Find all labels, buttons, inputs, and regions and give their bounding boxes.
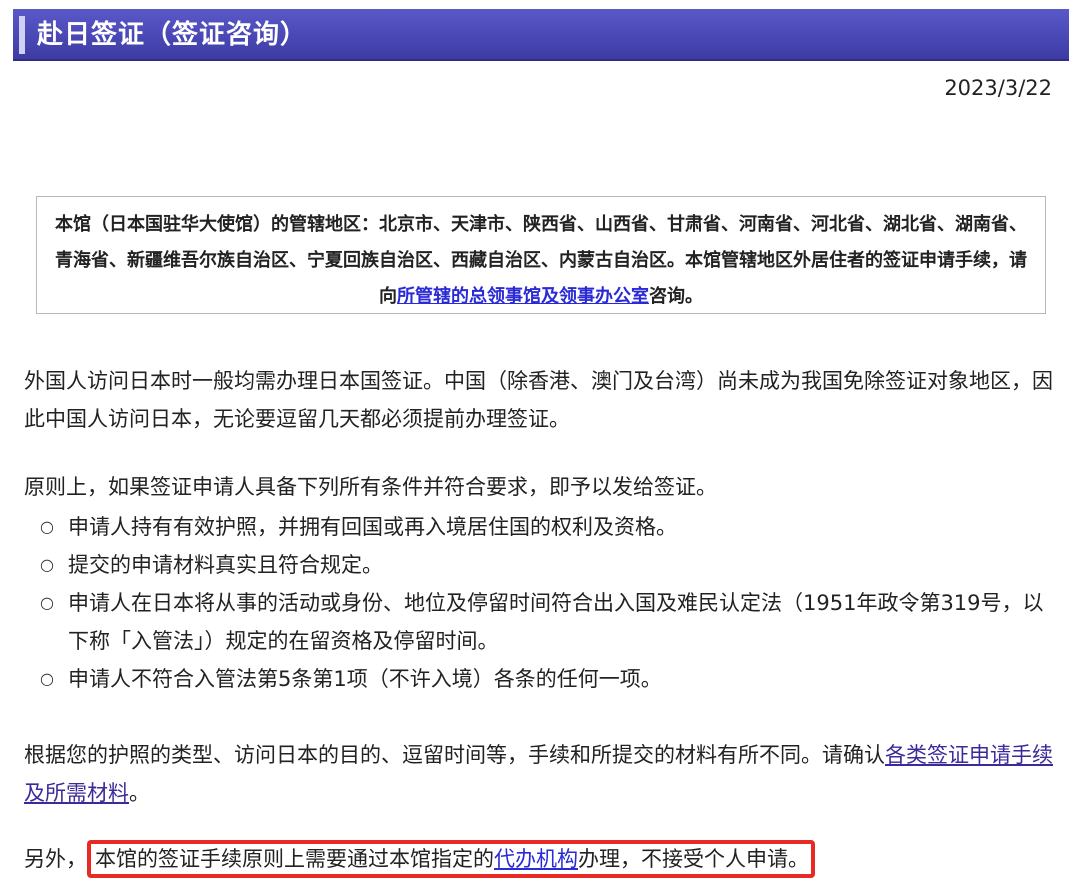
page-header-bar: 赴日签证（签证咨询）: [13, 9, 1069, 61]
bullet-circle-icon: ○: [40, 555, 54, 574]
condition-text: 提交的申请材料真实且符合规定。: [68, 553, 383, 577]
highlight-box: 本馆的签证手续原则上需要通过本馆指定的代办机构办理，不接受个人申请。: [87, 840, 815, 878]
condition-text: 申请人不符合入管法第5条第1项（不许入境）各条的任何一项。: [68, 667, 662, 691]
bullet-circle-icon: ○: [40, 593, 54, 612]
list-item: ○ 申请人在日本将从事的活动或身份、地位及停留时间符合出入国及难民认定法（1951…: [40, 584, 1060, 660]
header-accent-stripe: [19, 16, 25, 54]
jurisdiction-notice: 本馆（日本国驻华大使馆）的管辖地区：北京市、天津市、陕西省、山西省、甘肃省、河南…: [36, 196, 1046, 314]
conditions-intro: 原则上，如果签证申请人具备下列所有条件并符合要求，即予以发给签证。: [24, 475, 717, 499]
conditions-list: ○ 申请人持有有效护照，并拥有回国或再入境居住国的权利及资格。 ○ 提交的申请材料真…: [40, 508, 1060, 698]
page-title: 赴日签证（签证咨询）: [37, 20, 308, 50]
agency-text-end: 办理，不接受个人申请。: [578, 847, 809, 871]
notice-text-end: 咨询。: [649, 286, 703, 307]
consulates-link[interactable]: 所管辖的总领事馆及领事办公室: [397, 286, 649, 307]
publish-date: 2023/3/22: [944, 76, 1052, 100]
list-item: ○ 提交的申请材料真实且符合规定。: [40, 546, 1060, 584]
materials-text-end: 。: [129, 781, 150, 805]
list-item: ○ 申请人持有有效护照，并拥有回国或再入境居住国的权利及资格。: [40, 508, 1060, 546]
bullet-circle-icon: ○: [40, 517, 54, 536]
condition-text: 申请人持有有效护照，并拥有回国或再入境居住国的权利及资格。: [68, 515, 677, 539]
bullet-circle-icon: ○: [40, 669, 54, 688]
intro-paragraph: 外国人访问日本时一般均需办理日本国签证。中国（除香港、澳门及台湾）尚未成为我国免…: [24, 369, 1053, 431]
agency-prefix: 另外，: [24, 847, 87, 871]
condition-text: 申请人在日本将从事的活动或身份、地位及停留时间符合出入国及难民认定法（1951年…: [68, 591, 1044, 653]
materials-text: 根据您的护照的类型、访问日本的目的、逗留时间等，手续和所提交的材料有所不同。请确…: [24, 743, 885, 767]
agency-link[interactable]: 代办机构: [494, 847, 578, 871]
agency-text: 本馆的签证手续原则上需要通过本馆指定的: [95, 847, 494, 871]
list-item: ○ 申请人不符合入管法第5条第1项（不许入境）各条的任何一项。: [40, 660, 1060, 698]
agency-paragraph: 另外， 本馆的签证手续原则上需要通过本馆指定的代办机构办理，不接受个人申请。: [24, 840, 1064, 878]
materials-paragraph: 根据您的护照的类型、访问日本的目的、逗留时间等，手续和所提交的材料有所不同。请确…: [24, 736, 1064, 812]
